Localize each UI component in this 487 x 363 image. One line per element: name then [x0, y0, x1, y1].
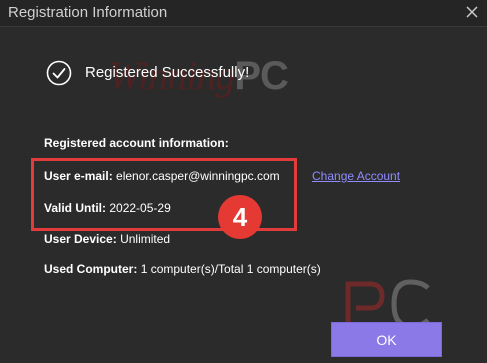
- change-account-link[interactable]: Change Account: [312, 169, 400, 183]
- check-circle-icon: [46, 60, 72, 86]
- device-label: User Device:: [44, 232, 117, 246]
- ok-button[interactable]: OK: [331, 322, 442, 357]
- window-title: Registration Information: [8, 4, 168, 21]
- close-icon[interactable]: [463, 3, 481, 21]
- computer-value: 1 computer(s)/Total 1 computer(s): [140, 262, 321, 276]
- title-bar: Registration Information: [0, 0, 487, 27]
- step-number-badge: 4: [218, 195, 262, 239]
- account-section-title: Registered account information:: [44, 136, 229, 150]
- success-message: Registered Successfully!: [85, 64, 250, 81]
- device-row: User Device: Unlimited: [44, 232, 170, 246]
- computer-label: Used Computer:: [44, 262, 138, 276]
- device-value: Unlimited: [120, 232, 171, 246]
- computer-row: Used Computer: 1 computer(s)/Total 1 com…: [44, 262, 321, 276]
